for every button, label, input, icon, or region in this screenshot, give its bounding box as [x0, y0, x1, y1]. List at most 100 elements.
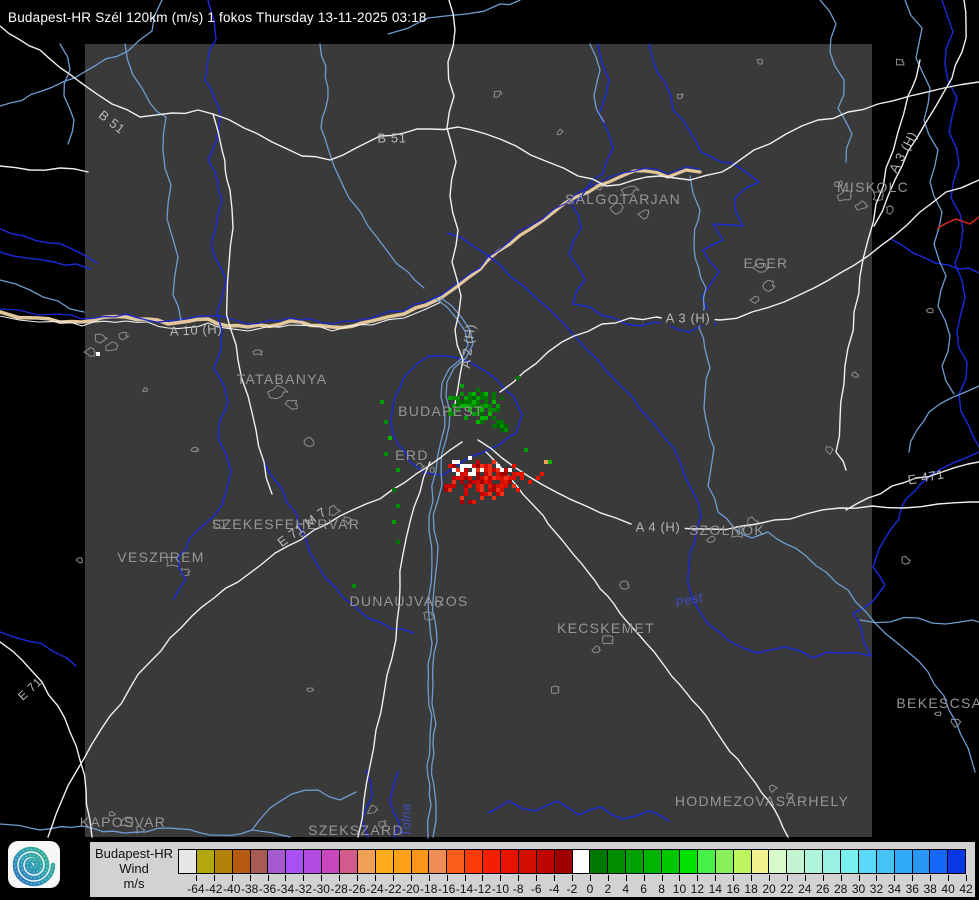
- road-label-a4h: A 4 (H): [631, 519, 685, 535]
- legend-tick-label: -40: [223, 882, 241, 896]
- legend-title: Budapest-HR Wind m/s: [90, 846, 178, 891]
- legend-tick: [589, 875, 591, 881]
- legend-tick-label: -2: [566, 882, 578, 896]
- legend-tick: [536, 875, 538, 881]
- legend-swatch: [661, 850, 679, 873]
- legend-tick-label: 34: [887, 882, 902, 896]
- legend-tick-label: 28: [833, 882, 848, 896]
- legend-color-scale: [178, 849, 966, 874]
- legend-tick-label: -34: [276, 882, 295, 896]
- legend-tick: [249, 875, 251, 881]
- legend-tick-label: 12: [690, 882, 705, 896]
- legend-tick-label: -18: [420, 882, 438, 896]
- legend-swatch: [213, 850, 232, 873]
- legend-tick: [876, 875, 878, 881]
- legend-unit: m/s: [123, 876, 145, 891]
- legend-swatch: [195, 850, 214, 873]
- legend-swatch: [786, 850, 805, 873]
- legend-swatch: [374, 850, 393, 873]
- legend-tick-label: 0: [586, 882, 594, 896]
- legend-tick: [554, 875, 556, 881]
- legend-swatch: [356, 850, 375, 873]
- legend-swatch: [482, 850, 501, 873]
- legend-swatch: [911, 850, 930, 873]
- legend-swatch: [625, 850, 644, 873]
- legend-swatch: [464, 850, 483, 873]
- legend-tick: [500, 875, 502, 881]
- legend-tick: [303, 875, 305, 881]
- legend-tick: [446, 875, 448, 881]
- legend-tick-label: 20: [762, 882, 776, 896]
- legend-tick-label: 10: [672, 882, 687, 896]
- legend-tick-label: -36: [258, 882, 277, 896]
- legend-tick: [697, 875, 699, 881]
- legend-tick-label: 26: [816, 882, 830, 896]
- legend-tick-label: -24: [366, 882, 384, 896]
- legend-swatch: [321, 850, 340, 873]
- legend-swatch: [804, 850, 823, 873]
- legend-tick-label: 42: [959, 882, 973, 896]
- legend-tick-label: -32: [294, 882, 313, 896]
- legend-tick: [231, 875, 233, 881]
- legend-tick: [482, 875, 484, 881]
- city-label-erd: ERD: [395, 447, 429, 463]
- legend-tick-label: -6: [530, 882, 542, 896]
- legend-tick: [715, 875, 717, 881]
- legend-tick: [285, 875, 287, 881]
- legend-tick: [858, 875, 860, 881]
- legend-tick: [804, 875, 806, 881]
- legend-tick-label: -28: [330, 882, 348, 896]
- legend-tick: [213, 875, 215, 881]
- legend-quantity: Wind: [119, 861, 149, 876]
- county-label-tolna: Tolna: [398, 803, 414, 837]
- legend-tick: [769, 875, 770, 881]
- legend-tick: [464, 875, 466, 881]
- legend-swatch: [249, 850, 268, 873]
- legend-swatch: [714, 850, 733, 873]
- city-label-budapest: BUDAPEST: [398, 403, 484, 419]
- road-label-a10h: A 10 (H): [169, 321, 223, 339]
- legend-swatch: [696, 850, 715, 873]
- legend-swatch: [410, 850, 429, 873]
- legend-swatch: [732, 850, 751, 873]
- legend-tick-label: 4: [622, 882, 630, 896]
- legend-tick: [572, 875, 573, 881]
- city-label-hodmezovasarhely: HODMEZOVASARHELY: [674, 793, 850, 809]
- legend-tick-label: 22: [780, 882, 794, 896]
- product-title: Budapest-HR Szél 120km (m/s) 1 fokos Thu…: [8, 10, 427, 25]
- legend-swatch: [929, 850, 948, 873]
- legend-swatch: [446, 850, 465, 873]
- legend-swatch: [822, 850, 840, 873]
- legend-tick: [661, 875, 663, 881]
- legend-tick-label: 30: [851, 882, 866, 896]
- legend-tick-label: -26: [348, 882, 366, 896]
- legend-tick-label: -16: [437, 882, 456, 896]
- legend-swatch: [231, 850, 250, 873]
- legend-tick-label: -8: [512, 882, 524, 896]
- legend-tick: [339, 875, 341, 881]
- legend-tick: [822, 875, 824, 881]
- legend-tick-label: -38: [240, 882, 259, 896]
- city-label-salgotarjan: SALGOTARJAN: [565, 191, 681, 207]
- legend-swatch: [517, 850, 536, 873]
- city-label-eger: EGER: [743, 255, 789, 271]
- legend-swatch: [643, 850, 662, 873]
- legend-swatch: [392, 850, 411, 873]
- legend-tick-label: -4: [548, 882, 560, 896]
- legend-tick-label: -20: [402, 882, 420, 896]
- legend-tick-label: 24: [798, 882, 812, 896]
- legend-tick-label: 14: [708, 882, 722, 896]
- legend-tick: [410, 875, 412, 881]
- legend-tick: [518, 875, 520, 881]
- legend-swatch: [768, 850, 787, 873]
- legend-tick: [751, 875, 753, 881]
- road-label-a3h: A 3 (H): [661, 310, 715, 326]
- legend-swatch: [267, 850, 286, 873]
- legend-swatch: [303, 850, 322, 873]
- legend-tick: [733, 875, 735, 881]
- legend-swatch: [339, 850, 357, 873]
- legend-swatch: [678, 850, 697, 873]
- legend-tick: [966, 875, 967, 881]
- legend-swatch: [589, 850, 608, 873]
- city-label-kecskemet: KECSKEMET: [556, 620, 656, 636]
